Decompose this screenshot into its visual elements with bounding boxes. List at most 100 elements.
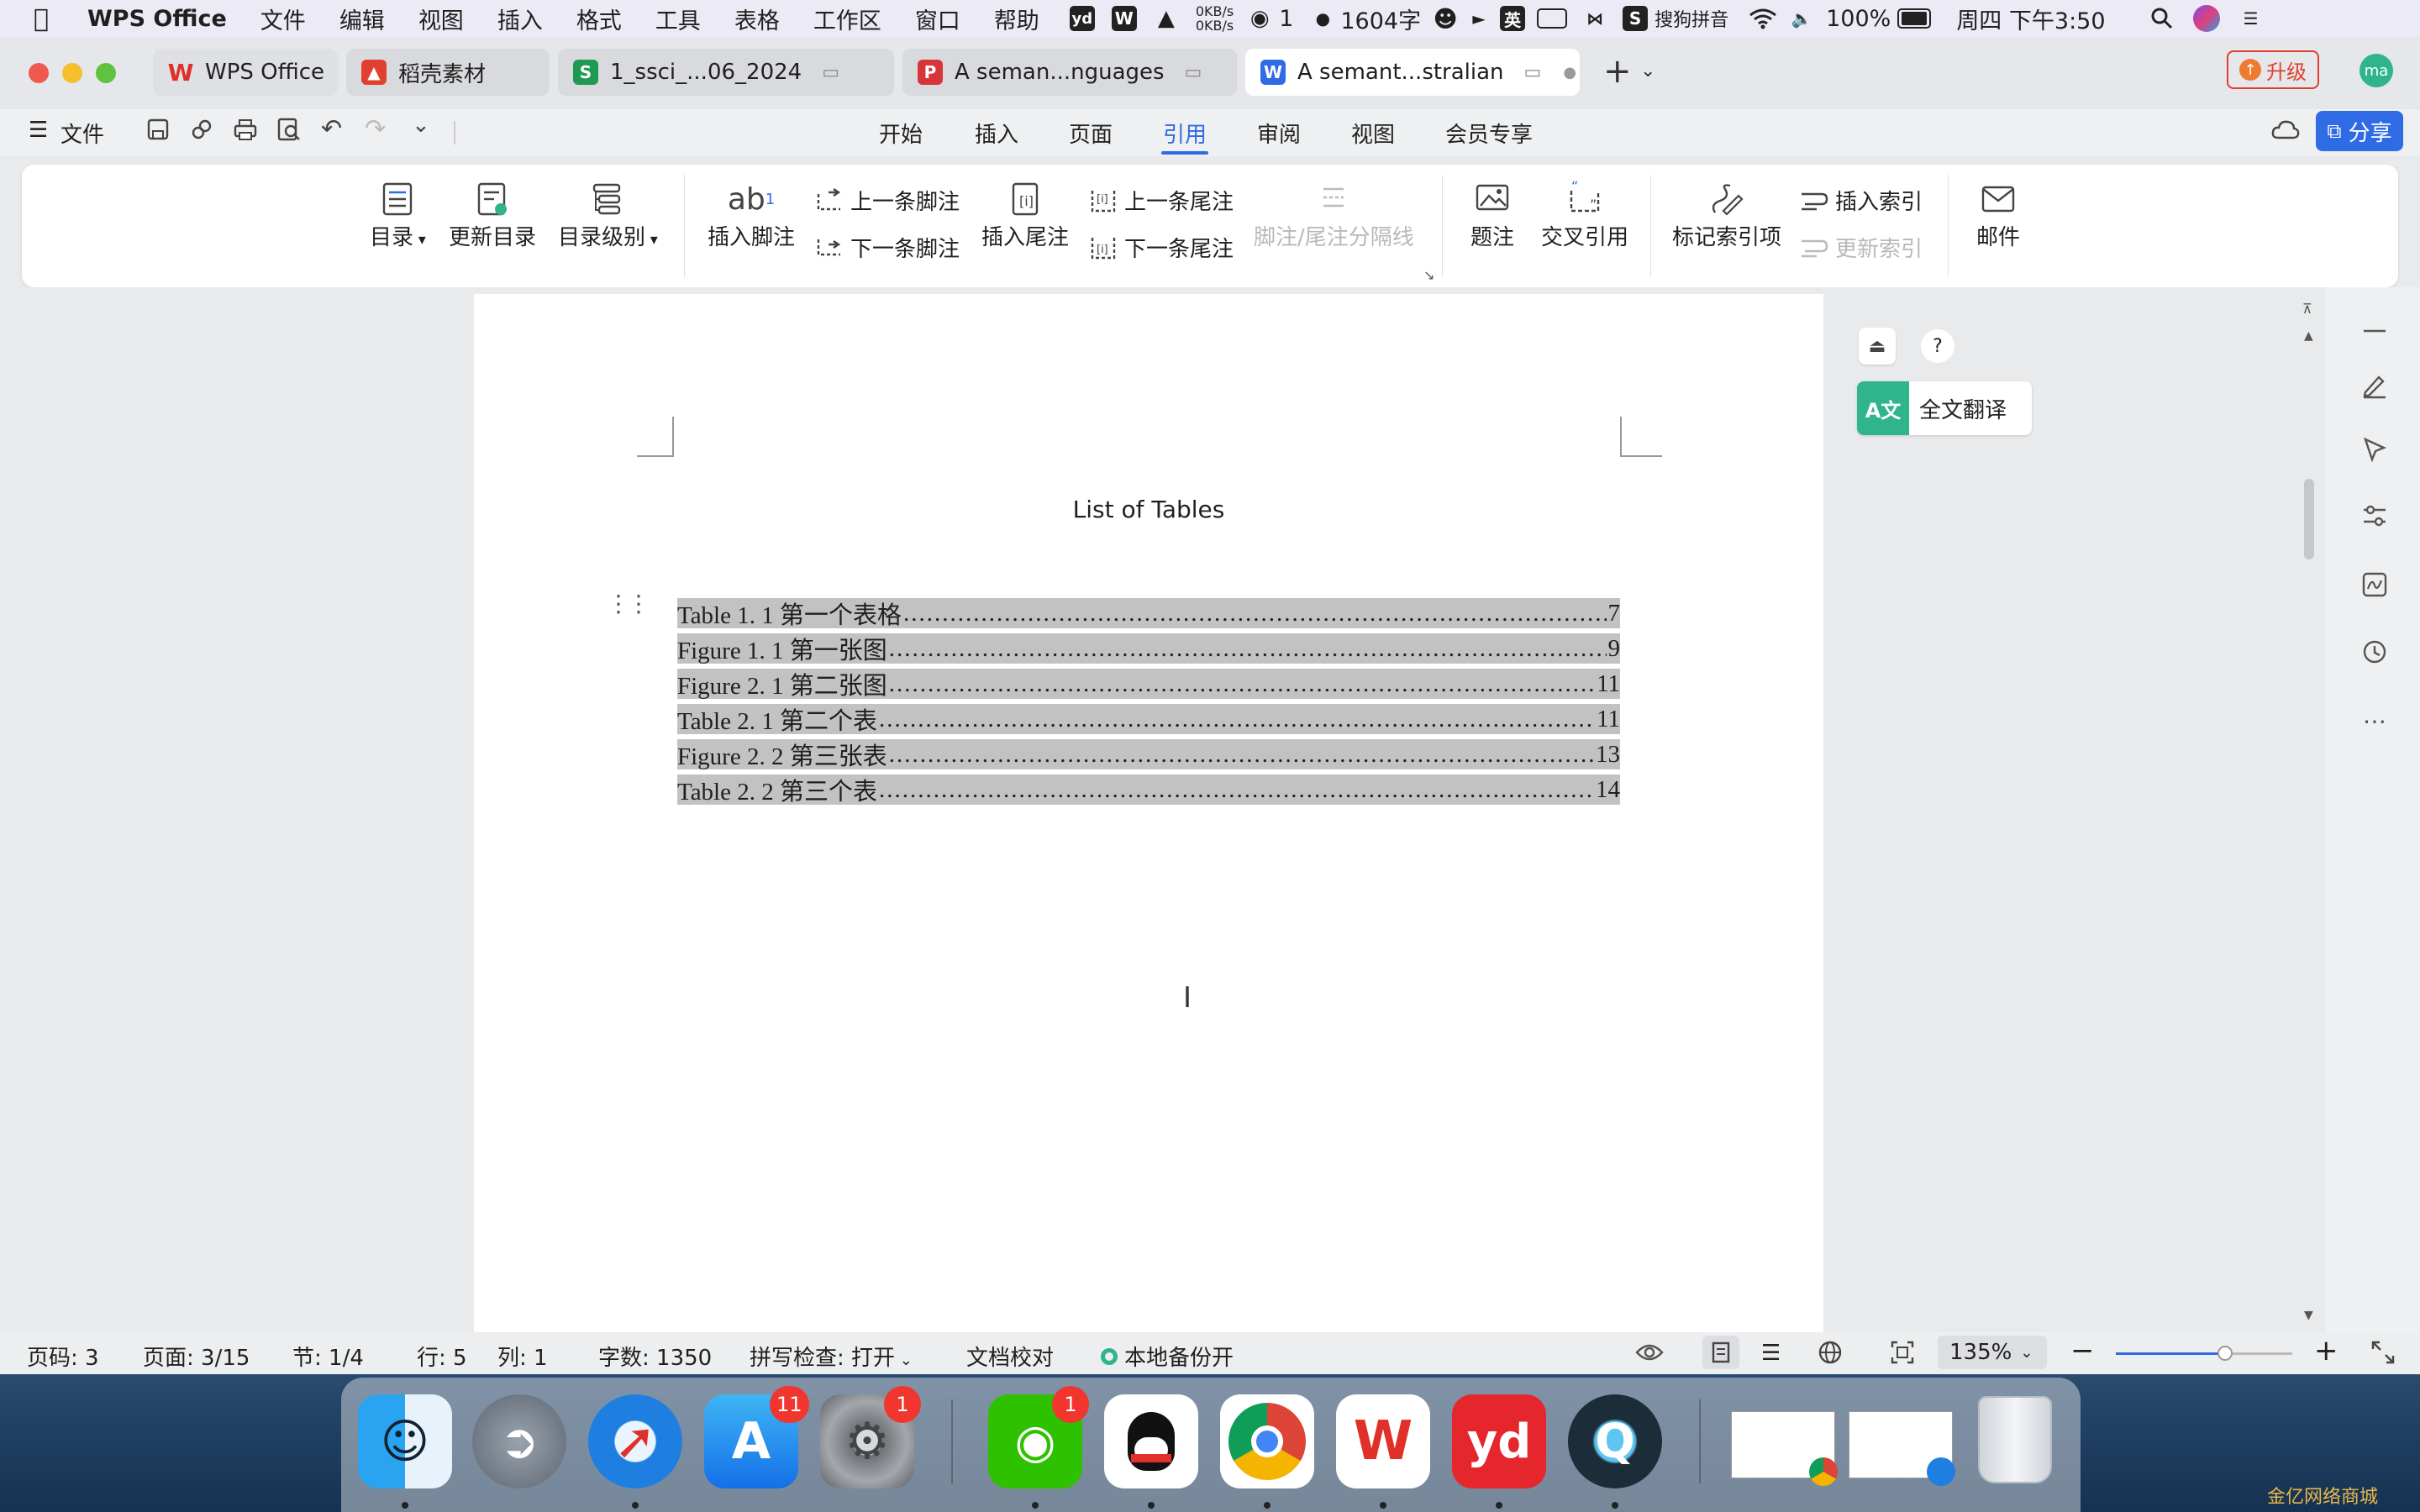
hamburger-icon[interactable]: ☰ bbox=[29, 118, 48, 143]
youdao-icon[interactable]: yd bbox=[1452, 1394, 1546, 1488]
full-translate-button[interactable]: A文 全文翻译 bbox=[1857, 381, 2032, 435]
menu-window[interactable]: 窗口 bbox=[915, 3, 960, 35]
eye-protection-icon[interactable] bbox=[1635, 1341, 1664, 1370]
more-options-icon[interactable]: ⋯ bbox=[2356, 702, 2393, 739]
cloud-icon[interactable] bbox=[2270, 118, 2301, 149]
toc-entry[interactable]: Table 1. 1 第一个表格 7 bbox=[677, 598, 1620, 629]
status-word-count[interactable]: 字数: 1350 bbox=[598, 1341, 712, 1372]
caption-button[interactable]: 题注 bbox=[1470, 178, 1514, 251]
insert-endnote-button[interactable]: [i] 插入尾注 bbox=[981, 178, 1069, 251]
web-view-icon[interactable] bbox=[1817, 1339, 1844, 1372]
undo-icon[interactable]: ↶ bbox=[321, 114, 342, 144]
history-icon[interactable] bbox=[2356, 633, 2393, 670]
tab-presentation[interactable]: P A seman...nguages ▭ bbox=[902, 49, 1237, 96]
dialog-launcher-icon[interactable]: ↘ bbox=[1423, 267, 1434, 283]
signature-icon[interactable] bbox=[2356, 566, 2393, 603]
mark-index-button[interactable]: 标记索引项 bbox=[1672, 178, 1781, 251]
toc-entry[interactable]: Figure 2. 1 第二张图 11 bbox=[677, 669, 1620, 700]
outline-view-icon[interactable]: ☰ bbox=[1761, 1341, 1781, 1366]
close-window-button[interactable] bbox=[29, 63, 49, 83]
toc-entry[interactable]: Figure 1. 1 第一张图 9 bbox=[677, 633, 1620, 664]
safari-icon[interactable]: ➚ bbox=[588, 1394, 682, 1488]
save-icon[interactable] bbox=[145, 116, 171, 149]
unsaved-dot-icon[interactable]: ● bbox=[1563, 64, 1576, 81]
toc-entry[interactable]: Table 2. 1 第二个表 11 bbox=[677, 704, 1620, 735]
file-menu-button[interactable]: 文件 bbox=[60, 118, 104, 149]
tab-review[interactable]: 审阅 bbox=[1257, 118, 1301, 149]
finder-icon[interactable]: ☺ bbox=[358, 1394, 452, 1488]
print-icon[interactable] bbox=[232, 116, 259, 149]
prev-endnote-button[interactable]: [i] 上一条尾注 bbox=[1089, 185, 1234, 216]
status-page[interactable]: 页面: 3/15 bbox=[143, 1341, 250, 1372]
control-center-icon[interactable]: ☰ bbox=[2238, 6, 2264, 31]
quicktime-icon[interactable]: Q bbox=[1568, 1394, 1662, 1488]
cross-reference-button[interactable]: “” 交叉引用 bbox=[1541, 178, 1628, 251]
pen-icon[interactable] bbox=[2356, 366, 2393, 403]
microphone-icon[interactable]: ► bbox=[1466, 6, 1491, 31]
wechat-tray-icon[interactable]: ◉ bbox=[1247, 6, 1272, 31]
app-menu[interactable]: WPS Office bbox=[87, 6, 227, 32]
menu-file[interactable]: 文件 bbox=[260, 3, 306, 35]
ime-label[interactable]: 搜狗拼音 bbox=[1655, 5, 1728, 32]
tab-wps-home[interactable]: W WPS Office bbox=[153, 49, 338, 96]
trash-icon[interactable] bbox=[1975, 1396, 2055, 1488]
status-row[interactable]: 行: 5 bbox=[417, 1341, 467, 1372]
status-section[interactable]: 节: 1/4 bbox=[292, 1341, 364, 1372]
minimize-window-button[interactable] bbox=[62, 63, 82, 83]
insert-footnote-button[interactable]: ab 1 插入脚注 bbox=[708, 178, 795, 251]
menu-edit[interactable]: 编辑 bbox=[339, 3, 385, 35]
upgrade-button[interactable]: ↑ 升级 bbox=[2227, 50, 2319, 89]
page-view-button[interactable] bbox=[1702, 1336, 1739, 1369]
toc-entry[interactable]: Table 2. 2 第三个表 14 bbox=[677, 774, 1620, 806]
drag-handle-icon[interactable]: ⋮⋮ bbox=[607, 592, 650, 616]
qq-icon[interactable] bbox=[1104, 1394, 1198, 1488]
menu-format[interactable]: 格式 bbox=[576, 3, 622, 35]
chrome-icon[interactable] bbox=[1220, 1394, 1314, 1488]
help-button[interactable]: ? bbox=[1921, 329, 1954, 363]
doc-proofread-button[interactable]: 文档校对 bbox=[966, 1341, 1054, 1372]
more-chevron-icon[interactable]: ⌄ bbox=[412, 113, 430, 138]
zoom-out-button[interactable]: − bbox=[2070, 1334, 2095, 1368]
focus-mode-icon[interactable] bbox=[1889, 1339, 1916, 1372]
menu-workspace[interactable]: 工作区 bbox=[813, 3, 881, 35]
sogou-icon[interactable]: S bbox=[1623, 6, 1649, 31]
tab-current-document[interactable]: W A semant...stralian ▭ ● bbox=[1245, 49, 1580, 96]
menu-table[interactable]: 表格 bbox=[734, 3, 780, 35]
next-footnote-button[interactable]: 下一条脚注 bbox=[815, 232, 960, 263]
insert-index-button[interactable]: 插入索引 bbox=[1798, 185, 1923, 216]
battery-icon[interactable] bbox=[1897, 8, 1932, 29]
zoom-select[interactable]: 135% ⌄ bbox=[1938, 1336, 2047, 1369]
minimized-window-thumbnail[interactable] bbox=[1849, 1411, 1955, 1486]
select-cursor-icon[interactable] bbox=[2356, 432, 2393, 469]
display-icon[interactable] bbox=[1537, 8, 1568, 29]
toc-button[interactable]: 目录 ▾ bbox=[370, 178, 426, 251]
print-preview-icon[interactable] bbox=[276, 116, 302, 149]
scroll-top-icon[interactable]: ⊼ bbox=[2302, 301, 2312, 317]
status-page-code[interactable]: 页码: 3 bbox=[27, 1341, 99, 1372]
document-heading[interactable]: List of Tables bbox=[474, 496, 1823, 523]
document-page[interactable]: List of Tables ⋮⋮ Table 1. 1 第一个表格 7 Fig… bbox=[474, 294, 1823, 1332]
tab-docer[interactable]: ▲ 稻壳素材 bbox=[346, 49, 550, 96]
qq-tray-icon[interactable]: ● bbox=[1310, 6, 1335, 31]
maximize-window-button[interactable] bbox=[96, 63, 116, 83]
avatar[interactable]: ma bbox=[2360, 54, 2393, 87]
smiley-icon[interactable]: ☻ bbox=[1433, 5, 1458, 33]
scrollbar-thumb[interactable] bbox=[2304, 479, 2314, 559]
launchpad-icon[interactable]: ➲ bbox=[472, 1394, 566, 1488]
backup-status[interactable]: 本地备份开 bbox=[1101, 1341, 1234, 1372]
tab-spreadsheet[interactable]: S 1_ssci_...06_2024 ▭ bbox=[558, 49, 894, 96]
cat-tray-icon[interactable]: ▲ bbox=[1154, 6, 1179, 31]
wps-tray-icon[interactable]: W bbox=[1111, 6, 1137, 31]
input-lang-badge[interactable]: 英 bbox=[1500, 6, 1526, 31]
collapse-panel-button[interactable]: ⏏ bbox=[1859, 328, 1896, 365]
wifi-icon[interactable] bbox=[1749, 6, 1777, 31]
toc-entry[interactable]: Figure 2. 2 第三张表 13 bbox=[677, 739, 1620, 770]
toc-level-button[interactable]: 目录级别 ▾ bbox=[558, 178, 658, 251]
zoom-slider[interactable] bbox=[2116, 1346, 2292, 1361]
siri-icon[interactable] bbox=[2192, 5, 2220, 32]
tab-member[interactable]: 会员专享 bbox=[1445, 118, 1533, 149]
menu-view[interactable]: 视图 bbox=[418, 3, 464, 35]
menu-tools[interactable]: 工具 bbox=[655, 3, 701, 35]
new-tab-icon[interactable]: + bbox=[1603, 52, 1632, 91]
format-painter-icon[interactable] bbox=[188, 116, 215, 149]
